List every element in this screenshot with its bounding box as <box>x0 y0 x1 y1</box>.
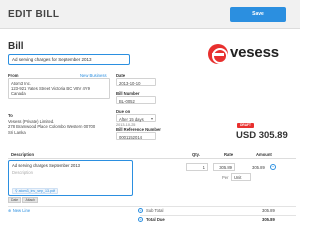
bill-total-amount: USD 305.89 <box>236 130 288 141</box>
total-info-icon[interactable]: + <box>138 217 143 222</box>
line-item-placeholder: Description <box>12 170 33 175</box>
vesess-logo-icon <box>208 44 228 64</box>
brand-name: vesess <box>230 44 279 61</box>
date-button[interactable]: Date <box>8 197 22 203</box>
new-line-label: New Line <box>12 208 31 213</box>
status-badge: DRAFT <box>237 123 254 128</box>
total-due-value: 305.89 <box>262 217 275 222</box>
due-on-value: After 15 days <box>119 116 144 122</box>
date-field[interactable]: 2013-10-10 <box>116 78 156 86</box>
sub-total-value: 305.89 <box>262 208 275 213</box>
line-item-actions: Date Attach <box>8 197 39 203</box>
top-bar: EDIT BILL Save <box>0 0 300 29</box>
save-button[interactable]: Save <box>230 7 286 22</box>
chevron-down-icon: ▾ <box>150 116 153 121</box>
to-line: Sri Lanka <box>8 129 26 135</box>
to-address: Vesess (Private) Limited. 278 Bramwood P… <box>8 119 114 135</box>
to-label: To <box>8 113 13 118</box>
line-item-description: Ad serving charges September 2013 <box>12 163 80 168</box>
due-on-select[interactable]: After 15 days ▾ <box>116 114 156 122</box>
rate-input[interactable]: 305.89 <box>213 163 235 171</box>
total-due-label: Total Due <box>146 217 165 222</box>
sub-total-label: Sub Total <box>146 208 164 213</box>
bill-reference-field[interactable]: 0001152014 <box>116 132 156 140</box>
unit-value: Unit <box>234 174 242 180</box>
attachment-name: atom3_inv_sep_13.pdf <box>18 189 56 193</box>
subtotal-info-icon[interactable]: + <box>138 208 143 213</box>
line-items-header: Description Qty. Rate Amount <box>8 151 296 159</box>
description-column-header: Description <box>11 152 35 157</box>
rate-column-header: Rate <box>224 152 234 157</box>
document-title: Bill <box>8 41 24 52</box>
attachment-tag[interactable]: ⚲ atom3_inv_sep_13.pdf <box>12 188 58 194</box>
brand-logo: vesess <box>208 43 296 65</box>
bill-description-input[interactable]: Ad serving charges for September 2013 <box>8 54 130 65</box>
from-line: Canada <box>11 90 26 96</box>
totals-divider <box>8 206 296 207</box>
new-line-button[interactable]: ⊕ New Line <box>8 208 30 213</box>
qty-input[interactable]: 1 <box>186 163 208 171</box>
bill-number-field[interactable]: BL-0052 <box>116 96 156 104</box>
per-label: Per <box>222 175 229 180</box>
bill-editor: Bill Ad serving charges for September 20… <box>0 29 300 232</box>
unit-select[interactable]: Unit <box>231 173 251 181</box>
amount-column-header: Amount <box>256 152 272 157</box>
total-divider <box>140 215 296 216</box>
qty-column-header: Qty. <box>192 152 200 157</box>
attach-button[interactable]: Attach <box>22 197 39 203</box>
line-amount: 305.89 <box>252 165 265 170</box>
from-address-field[interactable]: Atom3 Inc. 123-921 Yates Street Victoria… <box>8 78 110 99</box>
page-title: EDIT BILL <box>8 9 60 20</box>
line-item-description-input[interactable]: Ad serving charges September 2013 Descri… <box>8 160 133 196</box>
remove-line-icon[interactable]: − <box>270 164 276 170</box>
